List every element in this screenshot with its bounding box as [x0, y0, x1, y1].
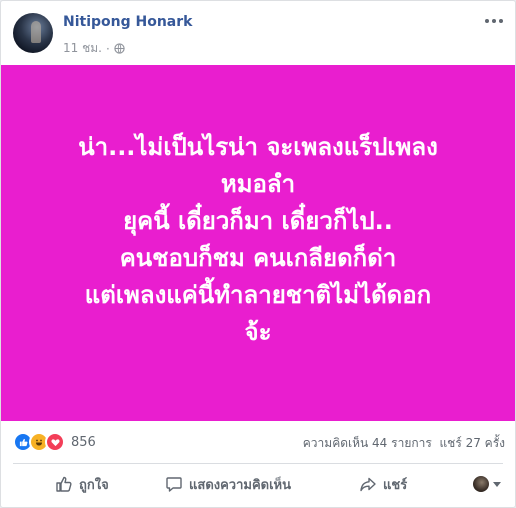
divider — [13, 463, 503, 464]
post-text: น่า...ไม่เป็นไรน่า จะเพลงแร็ปเพลง หมอลำ … — [23, 129, 493, 351]
thumbs-up-icon — [56, 476, 72, 492]
like-label: ถูกใจ — [79, 477, 109, 493]
post-header: Nitipong Honark 11 ชม. · — [1, 1, 515, 65]
post-actions: ถูกใจ แสดงความคิดเห็น แชร์ — [13, 467, 503, 501]
comment-count[interactable]: ความคิดเห็น 44 รายการ — [303, 436, 432, 450]
engagement-summary: ความคิดเห็น 44 รายการ แชร์ 27 ครั้ง — [303, 434, 505, 453]
post-meta: 11 ชม. · — [63, 39, 125, 58]
react-as-selector[interactable] — [473, 476, 501, 492]
share-arrow-icon — [360, 477, 376, 492]
share-button[interactable]: แชร์ — [359, 468, 407, 500]
share-count[interactable]: แชร์ 27 ครั้ง — [439, 436, 505, 450]
like-button[interactable]: ถูกใจ — [55, 468, 109, 500]
comment-label: แสดงความคิดเห็น — [189, 477, 292, 493]
post-text-line: ยุคนี้ เดี๋ยวก็มา เดี๋ยวก็ไป.. — [123, 207, 393, 235]
post-text-line: จ้ะ — [244, 318, 272, 346]
author-name[interactable]: Nitipong Honark — [63, 14, 192, 30]
share-label: แชร์ — [383, 477, 408, 493]
reactions-summary[interactable]: 856 — [13, 432, 96, 452]
author-avatar[interactable] — [13, 13, 53, 53]
post-text-line: แต่เพลงแค่นี้ทำลายชาติไม่ได้ดอก — [84, 281, 432, 309]
post-text-line: น่า...ไม่เป็นไรน่า จะเพลงแร็ปเพลง — [78, 133, 438, 161]
more-options-icon[interactable] — [483, 14, 505, 28]
post-background: น่า...ไม่เป็นไรน่า จะเพลงแร็ปเพลง หมอลำ … — [1, 65, 515, 421]
reaction-count[interactable]: 856 — [71, 435, 96, 450]
post-card: Nitipong Honark 11 ชม. · น่า...ไม่เป็นไร… — [0, 0, 516, 508]
post-stats: 856 ความคิดเห็น 44 รายการ แชร์ 27 ครั้ง — [1, 429, 515, 455]
globe-icon[interactable] — [114, 43, 125, 54]
post-timestamp[interactable]: 11 ชม. — [63, 39, 102, 58]
user-avatar — [473, 476, 489, 492]
love-reaction-icon — [45, 432, 65, 452]
comment-button[interactable]: แสดงความคิดเห็น — [165, 468, 291, 500]
chevron-down-icon — [493, 481, 501, 487]
comment-icon — [166, 477, 182, 492]
post-text-line: คนชอบก็ชม คนเกลียดก็ด่า — [119, 244, 397, 272]
post-text-line: หมอลำ — [220, 170, 296, 198]
meta-separator: · — [105, 41, 110, 56]
